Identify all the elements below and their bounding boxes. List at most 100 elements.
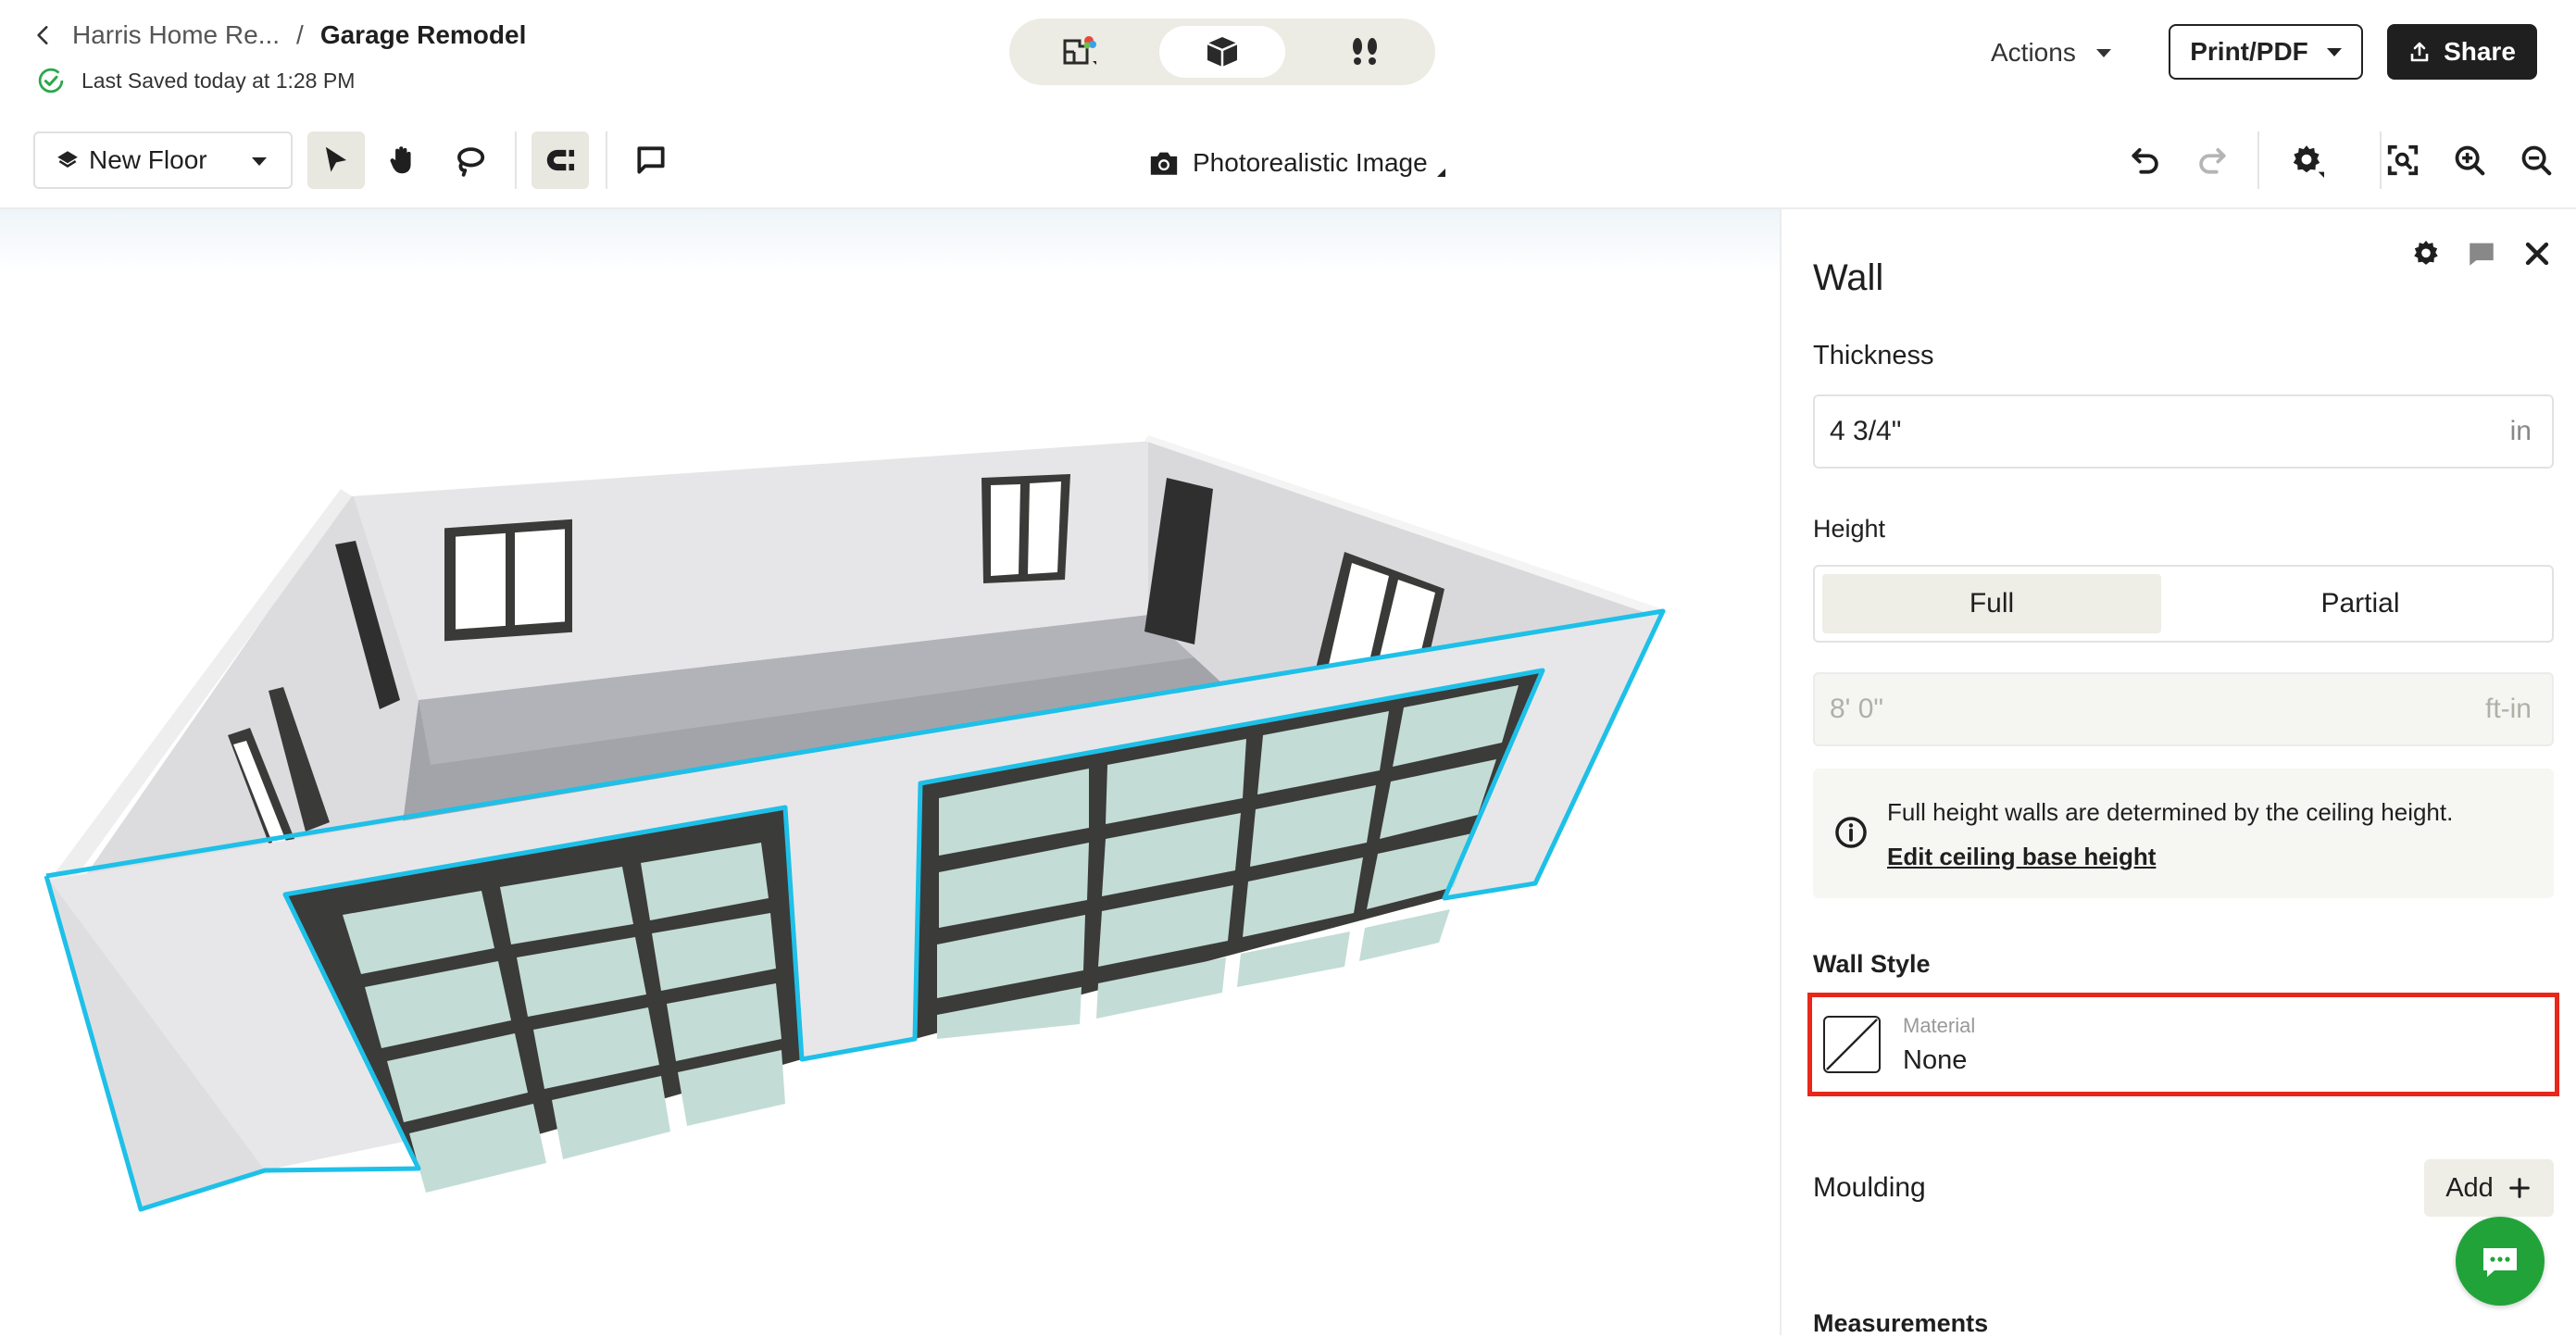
wall-style-label: Wall Style xyxy=(1813,950,1931,978)
toolbar-divider xyxy=(2257,131,2259,189)
breadcrumb-current[interactable]: Garage Remodel xyxy=(320,20,527,50)
chat-support-button[interactable] xyxy=(2456,1217,2545,1306)
footsteps-icon xyxy=(1353,38,1377,65)
view-mode-2d-button[interactable] xyxy=(1017,26,1143,78)
zoom-in-button[interactable] xyxy=(2443,133,2496,187)
no-material-slash-icon xyxy=(1826,1019,1878,1070)
height-mode-segmented: Full Partial xyxy=(1813,565,2554,643)
actions-label: Actions xyxy=(1991,38,2076,67)
editor-toolbar: New Floor Photorealistic Image xyxy=(0,111,2576,209)
garage-3d-model[interactable] xyxy=(0,209,1780,1335)
floor-selector[interactable]: New Floor xyxy=(33,131,293,189)
thickness-value: 4 3/4" xyxy=(1830,416,1902,446)
zoom-out-icon xyxy=(2521,145,2552,176)
fit-view-icon xyxy=(2387,144,2419,176)
height-info-box: Full height walls are determined by the … xyxy=(1813,769,2554,898)
comment-filled-icon xyxy=(2470,243,2494,266)
add-moulding-button[interactable]: Add xyxy=(2424,1159,2554,1217)
breadcrumb: Harris Home Re... / Garage Remodel xyxy=(31,17,526,54)
plus-icon xyxy=(2508,1178,2530,1198)
hand-pan-icon xyxy=(390,146,411,174)
top-header: Harris Home Re... / Garage Remodel Last … xyxy=(0,0,2576,113)
floorplan-2d-icon xyxy=(1063,36,1096,65)
left-inner-wall[interactable] xyxy=(85,491,419,876)
view-mode-walkthrough-button[interactable] xyxy=(1302,26,1428,78)
measurements-label: Measurements xyxy=(1813,1309,1989,1337)
breadcrumb-separator: / xyxy=(296,20,304,49)
zoom-in-icon xyxy=(2455,145,2485,176)
height-info-text: Full height walls are determined by the … xyxy=(1887,798,2454,826)
material-label: Material xyxy=(1903,1014,1976,1037)
caret-down-icon xyxy=(252,157,267,166)
height-label: Height xyxy=(1813,515,1886,543)
photorealistic-image-label: Photorealistic Image xyxy=(1193,148,1428,177)
panel-settings-button[interactable] xyxy=(2409,237,2443,270)
select-tool-button[interactable] xyxy=(307,131,365,189)
photorealistic-image-button[interactable]: Photorealistic Image xyxy=(1148,144,1445,181)
comment-icon xyxy=(637,146,665,174)
redo-icon xyxy=(2199,148,2226,174)
toolbar-divider xyxy=(515,131,517,189)
zoom-out-button[interactable] xyxy=(2509,133,2563,187)
thickness-unit: in xyxy=(2509,416,2532,446)
lasso-icon xyxy=(457,147,485,177)
toolbar-divider xyxy=(606,131,607,189)
magnet-icon xyxy=(546,149,575,171)
caret-down-icon xyxy=(2326,47,2342,56)
floor-selector-label: New Floor xyxy=(89,145,207,174)
add-moulding-label: Add xyxy=(2445,1172,2494,1203)
window[interactable] xyxy=(982,474,1070,583)
breadcrumb-parent-link[interactable]: Harris Home Re... xyxy=(72,20,280,50)
material-value: None xyxy=(1903,1045,1968,1075)
lasso-tool-button[interactable] xyxy=(441,131,498,189)
corner-triangle-icon xyxy=(1436,168,1445,177)
undo-button[interactable] xyxy=(2119,133,2172,187)
chevron-left-icon[interactable] xyxy=(31,23,56,47)
view-mode-toggle xyxy=(1009,19,1435,85)
settings-icon xyxy=(2293,145,2324,178)
share-button[interactable]: Share xyxy=(2387,24,2537,80)
gear-icon xyxy=(2414,240,2438,265)
share-label: Share xyxy=(2444,37,2516,66)
snap-magnet-button[interactable] xyxy=(531,131,589,189)
cube-3d-icon xyxy=(1207,37,1238,67)
info-icon xyxy=(1835,817,1867,848)
thickness-label: Thickness xyxy=(1813,341,1934,370)
window[interactable] xyxy=(444,519,572,642)
moulding-label: Moulding xyxy=(1813,1172,1926,1203)
material-swatch xyxy=(1823,1016,1881,1073)
actions-menu-button[interactable]: Actions xyxy=(1991,30,2111,76)
print-pdf-button[interactable]: Print/PDF xyxy=(2169,24,2363,80)
panel-title: Wall xyxy=(1813,257,1884,298)
fit-view-button[interactable] xyxy=(2376,133,2430,187)
comment-tool-button[interactable] xyxy=(622,131,680,189)
panel-header-icons xyxy=(2409,237,2554,270)
height-partial-option[interactable]: Partial xyxy=(2191,574,2530,633)
redo-button[interactable] xyxy=(2185,133,2239,187)
save-status-text: Last Saved today at 1:28 PM xyxy=(81,68,356,93)
undo-icon xyxy=(2132,148,2158,174)
view-settings-button[interactable] xyxy=(2280,133,2333,187)
height-input[interactable]: 8' 0" ft-in xyxy=(1813,672,2554,746)
caret-down-icon xyxy=(2095,48,2111,57)
layers-icon xyxy=(57,151,78,169)
wall-properties-panel: Wall Thickness 4 3/4" in Height Full Par… xyxy=(1780,209,2576,1337)
pan-tool-button[interactable] xyxy=(374,131,431,189)
height-value: 8' 0" xyxy=(1830,694,1884,724)
thickness-input[interactable]: 4 3/4" in xyxy=(1813,394,2554,469)
select-arrow-icon xyxy=(325,146,347,172)
height-full-option[interactable]: Full xyxy=(1822,574,2161,633)
print-pdf-label: Print/PDF xyxy=(2190,37,2308,66)
panel-comment-button[interactable] xyxy=(2465,237,2498,270)
edit-ceiling-link[interactable]: Edit ceiling base height xyxy=(1887,843,2156,871)
save-status: Last Saved today at 1:28 PM xyxy=(37,67,355,94)
share-upload-icon xyxy=(2410,42,2429,62)
camera-icon xyxy=(1150,152,1178,175)
view-mode-3d-button[interactable] xyxy=(1159,26,1285,78)
material-selector[interactable]: Material None xyxy=(1807,993,2559,1096)
close-icon xyxy=(2525,242,2549,266)
check-circle-icon xyxy=(38,68,64,94)
height-unit: ft-in xyxy=(2484,694,2532,724)
panel-close-button[interactable] xyxy=(2520,237,2554,270)
3d-viewport[interactable] xyxy=(0,209,1780,1335)
